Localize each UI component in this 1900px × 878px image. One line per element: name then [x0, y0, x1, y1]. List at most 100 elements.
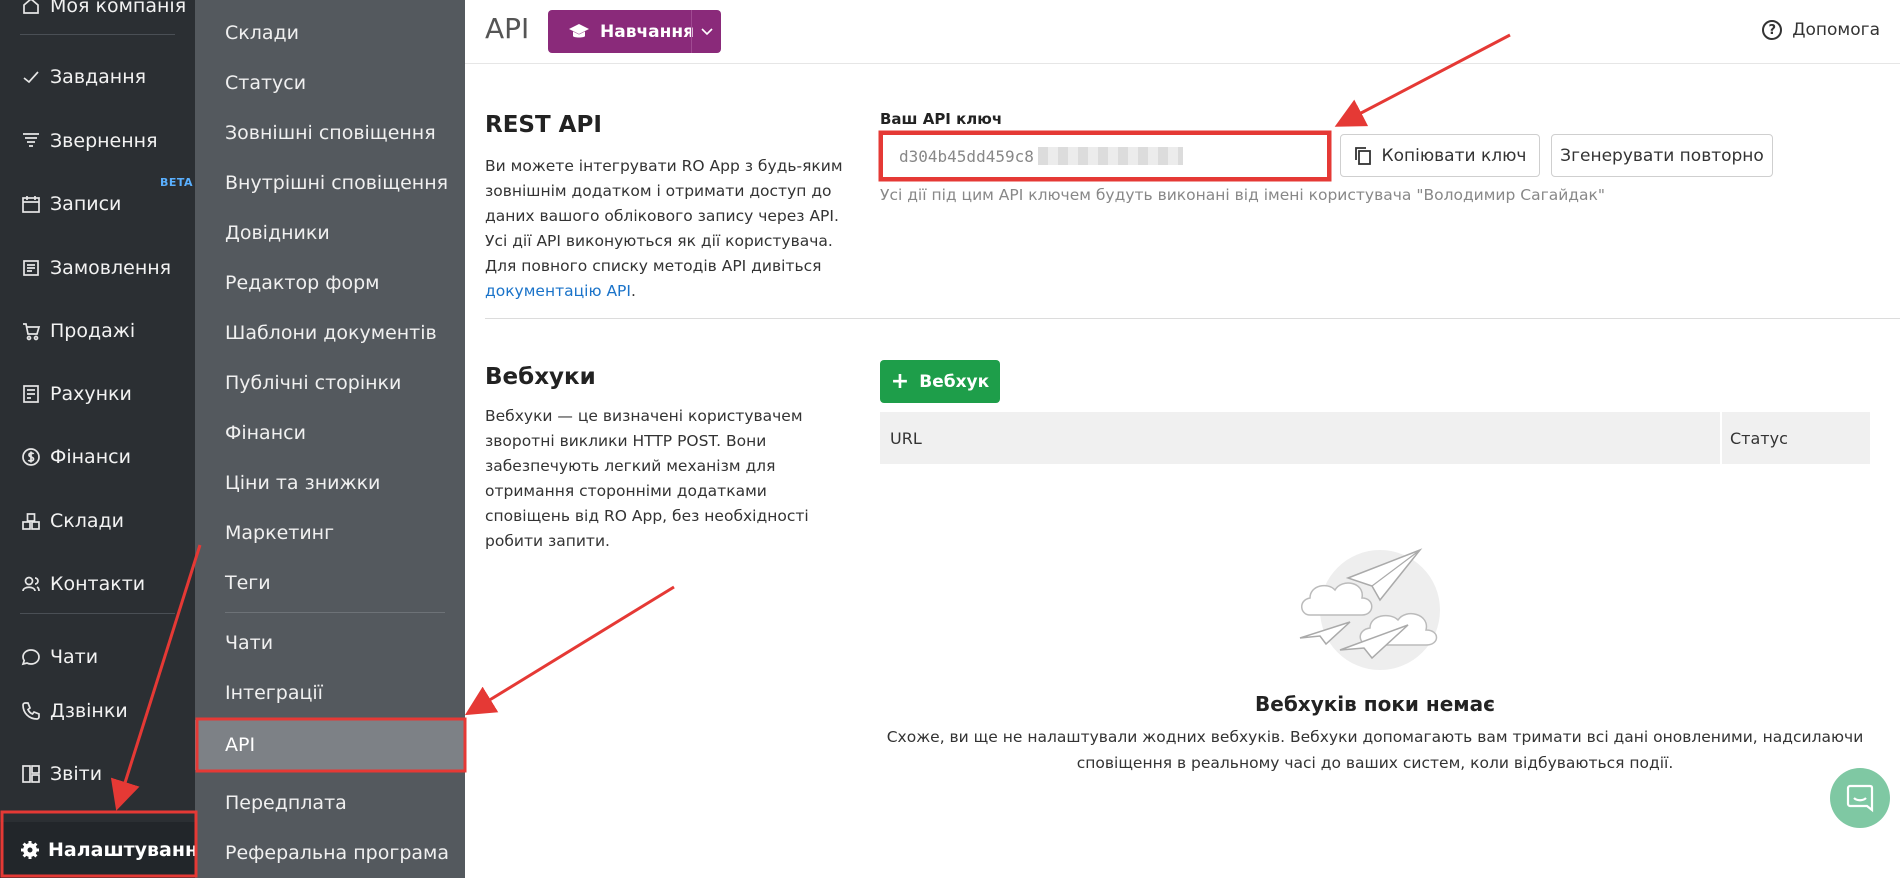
- subnav-item-internal-notifications[interactable]: Внутрішні сповіщення: [195, 160, 465, 206]
- nav-item-chats[interactable]: Чати: [0, 633, 195, 681]
- nav-item-settings[interactable]: Налаштування: [0, 822, 210, 878]
- boxes-icon: [20, 510, 42, 532]
- copy-key-button[interactable]: Копіювати ключ: [1340, 134, 1540, 177]
- invoice-icon: [20, 383, 42, 405]
- subnav-item-marketing[interactable]: Маркетинг: [195, 510, 465, 556]
- rest-api-title: REST API: [485, 112, 602, 138]
- nav-item-company[interactable]: Моя компанія: [0, 0, 195, 30]
- subnav-item-tags[interactable]: Теги: [195, 560, 465, 606]
- cart-icon: [20, 320, 42, 342]
- api-key-value: d304b45dd459c8: [899, 146, 1034, 166]
- settings-subnav: Склади Статуси Зовнішні сповіщення Внутр…: [195, 0, 465, 878]
- webhooks-description: Вебхуки — це визначені користувачем звор…: [485, 407, 809, 550]
- nav-item-label: Замовлення: [50, 257, 172, 279]
- rest-api-desc-end: .: [630, 282, 636, 300]
- contacts-icon: [20, 573, 42, 595]
- nav-item-label: Моя компанія: [50, 0, 187, 17]
- nav-item-tasks[interactable]: Завдання: [0, 53, 195, 101]
- nav-item-warehouses[interactable]: Склади: [0, 497, 195, 545]
- api-key-field[interactable]: d304b45dd459c8: [880, 132, 1330, 180]
- regenerate-key-button[interactable]: Згенерувати повторно: [1551, 134, 1773, 177]
- nav-item-orders[interactable]: Замовлення: [0, 244, 195, 292]
- plus-icon: +: [890, 369, 910, 394]
- subnav-item-external-notifications[interactable]: Зовнішні сповіщення: [195, 110, 465, 156]
- subnav-item-public-pages[interactable]: Публічні сторінки: [195, 360, 465, 406]
- reports-icon: [20, 763, 42, 785]
- webhooks-title: Вебхуки: [485, 364, 596, 390]
- subnav-item-document-templates[interactable]: Шаблони документів: [195, 310, 465, 356]
- phone-icon: [20, 700, 42, 722]
- copy-icon: [1354, 146, 1371, 165]
- home-icon: [20, 0, 42, 17]
- check-icon: [20, 66, 42, 88]
- column-divider: [1720, 412, 1722, 464]
- empty-state-description: Схоже, ви ще не налаштували жодних вебху…: [886, 728, 1864, 772]
- nav-item-label: Дзвінки: [50, 700, 128, 722]
- page-header: API Навчання ? Допомога: [465, 0, 1900, 64]
- nav-item-finance[interactable]: Фінанси: [0, 433, 195, 481]
- funnel-icon: [20, 130, 42, 152]
- learning-button-label: Навчання: [600, 21, 695, 42]
- main-sidebar: Моя компанія Завдання Звернення Записи B…: [0, 0, 210, 878]
- rest-api-desc-text: Ви можете інтегрувати RO App з будь-яким…: [485, 157, 843, 275]
- column-header-status[interactable]: Статус: [1730, 412, 1788, 464]
- empty-webhooks-illustration-icon: [1299, 548, 1440, 670]
- nav-item-label: Налаштування: [48, 839, 211, 861]
- empty-state-title: Вебхуків поки немає: [1255, 692, 1495, 716]
- column-header-url[interactable]: URL: [890, 412, 922, 464]
- nav-item-reports[interactable]: Звіти: [0, 750, 195, 798]
- nav-item-requests[interactable]: Звернення: [0, 117, 195, 165]
- subnav-item-form-editor[interactable]: Редактор форм: [195, 260, 465, 306]
- nav-divider: [20, 613, 175, 614]
- add-webhook-label: Вебхук: [919, 371, 990, 392]
- api-key-hint: Усі дії під цим API ключем будуть викона…: [880, 186, 1606, 204]
- nav-item-label: Завдання: [50, 66, 147, 88]
- nav-item-label: Контакти: [50, 573, 146, 595]
- dollar-icon: [20, 446, 42, 468]
- rest-api-description: Ви можете інтегрувати RO App з будь-яким…: [485, 154, 845, 304]
- webhooks-table-header: URL Статус: [880, 412, 1870, 464]
- beta-badge: BETA: [160, 176, 194, 189]
- nav-item-sales[interactable]: Продажі: [0, 307, 195, 355]
- subnav-item-referral[interactable]: Реферальна програма: [195, 830, 465, 876]
- chat-bubble-icon: [1846, 784, 1874, 813]
- copy-key-label: Копіювати ключ: [1381, 145, 1527, 166]
- redacted-key-blur: [1037, 147, 1183, 165]
- page-title: API: [485, 12, 530, 45]
- support-chat-button[interactable]: [1830, 768, 1890, 828]
- add-webhook-button[interactable]: + Вебхук: [880, 360, 1000, 403]
- nav-item-label: Рахунки: [50, 383, 132, 405]
- graduation-cap-icon: [569, 23, 589, 37]
- calendar-icon: [20, 193, 42, 215]
- arrow-to-api: [464, 585, 675, 716]
- subnav-item-statuses[interactable]: Статуси: [195, 60, 465, 106]
- subnav-item-api[interactable]: API: [195, 720, 465, 770]
- subnav-item-subscription[interactable]: Передплата: [195, 780, 465, 826]
- nav-divider: [20, 34, 175, 35]
- subnav-item-directories[interactable]: Довідники: [195, 210, 465, 256]
- api-docs-link[interactable]: документацію API: [485, 282, 631, 300]
- subnav-item-warehouses[interactable]: Склади: [195, 10, 465, 56]
- nav-item-label: Фінанси: [50, 446, 131, 468]
- subnav-item-integrations[interactable]: Інтеграції: [195, 670, 465, 716]
- nav-item-invoices[interactable]: Рахунки: [0, 370, 195, 418]
- api-key-label: Ваш API ключ: [880, 110, 1003, 128]
- learning-button[interactable]: Навчання: [548, 10, 721, 53]
- help-link[interactable]: ? Допомога: [1762, 20, 1880, 40]
- nav-item-label: Склади: [50, 510, 125, 532]
- subnav-item-prices-discounts[interactable]: Ціни та знижки: [195, 460, 465, 506]
- nav-item-label: Чати: [50, 646, 99, 668]
- nav-item-label: Звернення: [50, 130, 158, 152]
- order-icon: [20, 257, 42, 279]
- question-icon: ?: [1762, 20, 1783, 40]
- gear-icon: [20, 839, 40, 861]
- nav-item-calls[interactable]: Дзвінки: [0, 687, 195, 735]
- nav-item-label: Записи: [50, 193, 122, 215]
- chevron-down-icon[interactable]: [691, 10, 721, 53]
- subnav-item-chats[interactable]: Чати: [195, 620, 465, 666]
- nav-item-label: Звіти: [50, 763, 103, 785]
- nav-item-label: Продажі: [50, 320, 136, 342]
- subnav-item-finance[interactable]: Фінанси: [195, 410, 465, 456]
- help-label: Допомога: [1792, 20, 1880, 40]
- nav-item-contacts[interactable]: Контакти: [0, 560, 195, 608]
